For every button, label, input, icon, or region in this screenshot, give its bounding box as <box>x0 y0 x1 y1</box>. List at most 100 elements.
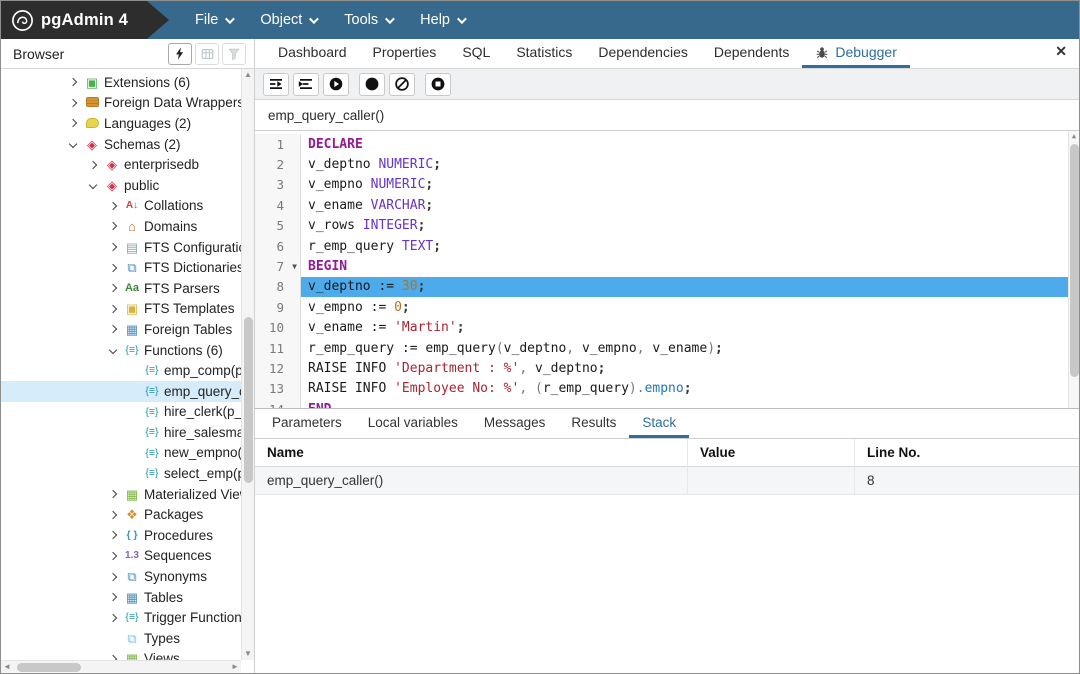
tree-item-hire-clerk-p-en[interactable]: {≡}hire_clerk(p_en <box>1 402 241 423</box>
tree-item-emp-query-cal[interactable]: {≡}emp_query_cal <box>1 381 241 402</box>
expander-right-icon[interactable] <box>63 100 83 106</box>
expander-right-icon[interactable] <box>103 265 123 271</box>
tree-item-domains[interactable]: ⌂Domains <box>1 216 241 237</box>
tree-item-fts-configurations[interactable]: ▤FTS Configurations <box>1 237 241 258</box>
scroll-left-arrow-icon[interactable]: ◄ <box>1 661 13 673</box>
tree-item-materialized-views[interactable]: ▦Materialized Views <box>1 484 241 505</box>
expander-down-icon[interactable] <box>103 347 123 353</box>
tree-item-procedures[interactable]: { }Procedures <box>1 525 241 546</box>
tree-vscroll-thumb[interactable] <box>244 317 253 482</box>
menu-help[interactable]: Help <box>406 1 478 39</box>
bottom-tab-stack[interactable]: Stack <box>629 409 689 438</box>
expander-down-icon[interactable] <box>83 182 103 188</box>
tab-dashboard[interactable]: Dashboard <box>265 39 360 68</box>
expander-right-icon[interactable] <box>103 512 123 518</box>
tree-item-functions-6-[interactable]: {≡}Functions (6) <box>1 340 241 361</box>
filtered-rows-button[interactable] <box>222 43 246 65</box>
tree-item-tables[interactable]: ▦Tables <box>1 587 241 608</box>
tree-item-label: select_emp(p_e <box>164 466 241 481</box>
expander-right-icon[interactable] <box>103 615 123 621</box>
tree-item-collations[interactable]: A↓Collations <box>1 196 241 217</box>
tree-item-packages[interactable]: ❖Packages <box>1 504 241 525</box>
scroll-right-arrow-icon[interactable]: ► <box>229 661 241 673</box>
bottom-tab-local-variables[interactable]: Local variables <box>355 409 471 438</box>
tree-item-synonyms[interactable]: ⧉Synonyms <box>1 566 241 587</box>
menu-object[interactable]: Object <box>246 1 330 39</box>
tree-item-views[interactable]: ▦Views <box>1 649 241 660</box>
tree-hscroll-thumb[interactable] <box>17 663 81 672</box>
clear-breakpoints-button[interactable] <box>389 73 415 96</box>
bottom-tab-results[interactable]: Results <box>558 409 629 438</box>
token: VARCHAR <box>371 198 426 213</box>
tab-dependents[interactable]: Dependents <box>701 39 803 68</box>
token: ; <box>418 218 426 233</box>
expander-right-icon[interactable] <box>63 79 83 85</box>
expander-right-icon[interactable] <box>103 326 123 332</box>
tree-item-sequences[interactable]: 1.3Sequences <box>1 546 241 567</box>
scroll-up-arrow-icon[interactable]: ▲ <box>1069 131 1079 142</box>
expander-right-icon[interactable] <box>103 553 123 559</box>
tree-item-select-emp-p-e[interactable]: {≡}select_emp(p_e <box>1 463 241 484</box>
fold-marker-icon[interactable]: ▼ <box>292 262 297 271</box>
tab-sql[interactable]: SQL <box>449 39 503 68</box>
tree-item-types[interactable]: ⧉Types <box>1 628 241 649</box>
stop-button[interactable] <box>425 73 451 96</box>
tree-item-fts-dictionaries[interactable]: ⧉FTS Dictionaries <box>1 257 241 278</box>
expander-right-icon[interactable] <box>103 306 123 312</box>
expander-right-icon[interactable] <box>103 594 123 600</box>
tab-statistics[interactable]: Statistics <box>503 39 585 68</box>
menu-file[interactable]: File <box>181 1 246 39</box>
tab-properties[interactable]: Properties <box>360 39 450 68</box>
tree-item-extensions-6-[interactable]: ▣Extensions (6) <box>1 72 241 93</box>
step-into-button[interactable] <box>263 73 289 96</box>
tree-item-trigger-functions[interactable]: {≡}Trigger Functions <box>1 607 241 628</box>
expander-right-icon[interactable] <box>103 491 123 497</box>
tree-horizontal-scrollbar[interactable]: ◄ ► <box>1 660 241 673</box>
tree-item-foreign-tables[interactable]: ▦Foreign Tables <box>1 319 241 340</box>
editor-vertical-scrollbar[interactable]: ▲ <box>1068 131 1079 408</box>
quick-query-button[interactable] <box>168 43 192 65</box>
bottom-tab-messages[interactable]: Messages <box>471 409 559 438</box>
token: RAISE INFO <box>308 381 394 396</box>
editor-vscroll-thumb[interactable] <box>1070 144 1079 377</box>
tree-item-hire-salesman-[interactable]: {≡}hire_salesman( <box>1 422 241 443</box>
expander-right-icon[interactable] <box>103 532 123 538</box>
tree-item-languages-2-[interactable]: Languages (2) <box>1 113 241 134</box>
expander-right-icon[interactable] <box>63 120 83 126</box>
expander-right-icon[interactable] <box>83 162 103 168</box>
tree-item-fts-templates[interactable]: ▣FTS Templates <box>1 299 241 320</box>
tree-item-label: Types <box>144 631 180 646</box>
step-over-button[interactable] <box>293 73 319 96</box>
expander-right-icon[interactable] <box>103 574 123 580</box>
scroll-up-arrow-icon[interactable]: ▲ <box>242 69 254 81</box>
tree-item-public[interactable]: ◈public <box>1 175 241 196</box>
expander-right-icon[interactable] <box>103 244 123 250</box>
expander-down-icon[interactable] <box>63 141 83 147</box>
toggle-breakpoint-button[interactable] <box>359 73 385 96</box>
expander-right-icon[interactable] <box>103 285 123 291</box>
tree-item-enterprisedb[interactable]: ◈enterprisedb <box>1 154 241 175</box>
pgadmin-window: pgAdmin 4 FileObjectToolsHelp Browser Da… <box>0 0 1080 674</box>
menu-tools[interactable]: Tools <box>330 1 406 39</box>
tab-debugger[interactable]: Debugger <box>802 39 910 68</box>
close-panel-icon[interactable]: ✕ <box>1055 43 1067 60</box>
tree-vertical-scrollbar[interactable]: ▲ ▼ <box>241 69 254 660</box>
tree-item-label: public <box>124 178 159 193</box>
view-data-button[interactable] <box>195 43 219 65</box>
tree-item-emp-comp-p-s[interactable]: {≡}emp_comp(p_s <box>1 360 241 381</box>
tree-item-schemas-2-[interactable]: ◈Schemas (2) <box>1 134 241 155</box>
tree-item-fts-parsers[interactable]: AaFTS Parsers <box>1 278 241 299</box>
expander-right-icon[interactable] <box>103 203 123 209</box>
token: r_emp_query <box>308 239 402 254</box>
token: v_ename <box>652 341 707 356</box>
stack-frame-row[interactable]: emp_query_caller()8 <box>255 467 1079 495</box>
continue-button[interactable] <box>323 73 349 96</box>
bottom-tab-parameters[interactable]: Parameters <box>259 409 355 438</box>
scroll-down-arrow-icon[interactable]: ▼ <box>242 648 254 660</box>
tree-item-new-empno-[interactable]: {≡}new_empno() <box>1 443 241 464</box>
tab-dependencies[interactable]: Dependencies <box>585 39 701 68</box>
tree-item-foreign-data-wrappers-2-[interactable]: Foreign Data Wrappers (2) <box>1 93 241 114</box>
expander-right-icon[interactable] <box>103 223 123 229</box>
code-editor[interactable]: 1DECLARE2v_deptno NUMERIC;3v_empno NUMER… <box>255 131 1079 409</box>
code-line-12: 12RAISE INFO 'Department : %', v_deptno; <box>255 358 1068 378</box>
